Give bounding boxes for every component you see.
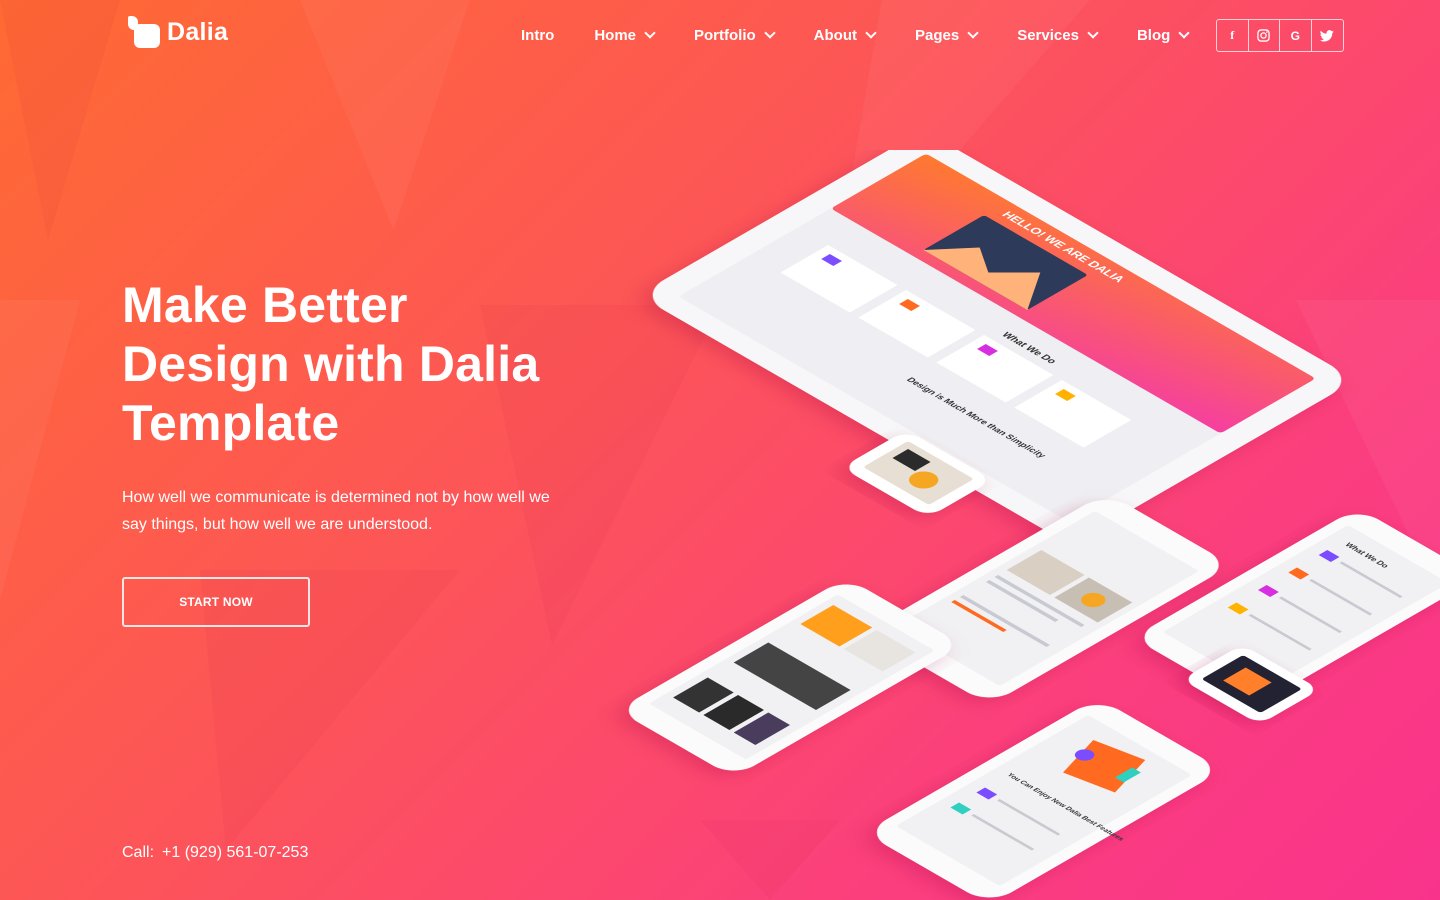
chevron-down-icon: [865, 27, 877, 39]
nav-item-label: About: [813, 26, 857, 44]
hero-title-line: Design with Dalia: [122, 336, 540, 392]
nav-item-label: Home: [594, 26, 637, 44]
hero-title: Make Better Design with Dalia Template: [122, 276, 582, 453]
nav-item-services[interactable]: Services: [1017, 25, 1099, 45]
nav-item-label: Portfolio: [694, 26, 756, 44]
nav-item-blog[interactable]: Blog: [1136, 25, 1190, 45]
twitter-link[interactable]: [1312, 20, 1344, 51]
chevron-down-icon: [644, 27, 656, 39]
brand-logo[interactable]: Dalia: [128, 16, 228, 48]
nav-item-intro[interactable]: Intro: [521, 25, 554, 45]
google-plus-link[interactable]: G: [1280, 20, 1312, 51]
hero-description: How well we communicate is determined no…: [122, 489, 550, 533]
chevron-down-icon: [1178, 27, 1190, 39]
start-now-button[interactable]: START NOW: [122, 577, 310, 627]
facebook-link[interactable]: f: [1217, 20, 1249, 51]
device-mockups-illustration: HELLO! WE ARE DALIA What We Do Design is…: [628, 150, 1440, 898]
google-plus-icon: G: [1290, 28, 1300, 43]
twitter-icon: [1320, 29, 1335, 42]
call-label: Call:: [122, 844, 155, 861]
instagram-link[interactable]: [1249, 20, 1280, 51]
tablet-mockup: HELLO! WE ARE DALIA What We Do Design is…: [652, 150, 1342, 537]
nav-item-label: Blog: [1136, 26, 1171, 44]
nav-item-label: Services: [1017, 26, 1079, 44]
hero-title-line: Make Better: [122, 277, 408, 333]
brand-name: Dalia: [167, 17, 229, 46]
social-links: f G: [1216, 19, 1344, 52]
phone-mockup-features: You Can Enjoy New Dalia Best Features: [876, 705, 1211, 898]
nav-item-label: Pages: [915, 26, 960, 44]
hero-title-line: Template: [122, 395, 340, 451]
logo-icon: [128, 16, 161, 48]
chevron-down-icon: [764, 27, 776, 39]
nav-item-label: Intro: [521, 26, 555, 44]
site-header: Dalia Intro Home Portfolio About Pages S…: [0, 0, 1440, 70]
main-nav: Intro Home Portfolio About Pages Service…: [521, 25, 1228, 45]
contact-call: Call: +1 (929) 561-07-253: [122, 844, 308, 862]
facebook-icon: f: [1230, 28, 1235, 42]
nav-item-portfolio[interactable]: Portfolio: [694, 25, 776, 45]
chevron-down-icon: [967, 27, 979, 39]
nav-item-pages[interactable]: Pages: [915, 25, 979, 45]
nav-item-about[interactable]: About: [813, 25, 877, 45]
nav-item-home[interactable]: Home: [594, 25, 656, 45]
phone-number[interactable]: +1 (929) 561-07-253: [162, 844, 308, 862]
instagram-icon: [1257, 29, 1270, 42]
chevron-down-icon: [1087, 27, 1099, 39]
